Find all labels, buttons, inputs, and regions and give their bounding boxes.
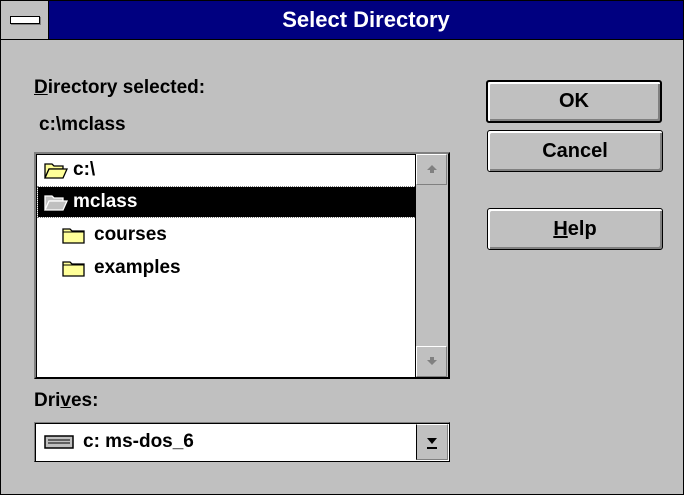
tree-item-examples[interactable]: examples bbox=[38, 253, 416, 283]
vertical-scrollbar[interactable] bbox=[415, 154, 448, 377]
dropdown-arrow-icon bbox=[427, 438, 437, 449]
arrow-down-icon bbox=[426, 357, 437, 365]
selected-path-value: c:\mclass bbox=[39, 114, 126, 135]
dialog-title: Select Directory bbox=[282, 7, 450, 32]
directory-listbox[interactable]: c:\ mclass courses examples bbox=[34, 152, 450, 379]
tree-item-courses[interactable]: courses bbox=[38, 220, 416, 250]
scroll-up-button[interactable] bbox=[416, 154, 447, 185]
drives-label: Drives: bbox=[34, 390, 99, 411]
closed-folder-icon bbox=[62, 261, 85, 277]
tree-item-label: mclass bbox=[73, 191, 138, 212]
tree-item-mclass[interactable]: mclass bbox=[37, 186, 417, 218]
directory-selected-label: Directory selected: bbox=[34, 77, 206, 98]
help-button[interactable]: Help bbox=[487, 208, 663, 250]
closed-folder-icon bbox=[62, 228, 85, 244]
system-menu-button[interactable] bbox=[1, 1, 49, 39]
tree-item-root[interactable]: c:\ bbox=[38, 155, 416, 185]
drives-dropdown[interactable]: c: ms-dos_6 bbox=[34, 422, 450, 462]
cancel-button[interactable]: Cancel bbox=[487, 130, 663, 172]
drives-selected-value: c: ms-dos_6 bbox=[83, 431, 194, 452]
tree-item-label: c:\ bbox=[73, 159, 96, 180]
title-bar[interactable]: Select Directory bbox=[1, 1, 683, 40]
drives-dropdown-button[interactable] bbox=[416, 424, 448, 460]
hard-drive-icon bbox=[44, 435, 74, 449]
tree-item-label: courses bbox=[94, 224, 167, 245]
ok-button[interactable]: OK bbox=[486, 80, 662, 123]
open-folder-icon bbox=[44, 195, 68, 211]
system-menu-icon bbox=[10, 16, 40, 24]
tree-item-label: examples bbox=[94, 257, 181, 278]
open-folder-icon bbox=[44, 163, 68, 179]
arrow-up-icon bbox=[426, 165, 437, 173]
select-directory-dialog: Select Directory Directory selected: c:\… bbox=[0, 0, 684, 495]
scroll-down-button[interactable] bbox=[416, 346, 447, 377]
